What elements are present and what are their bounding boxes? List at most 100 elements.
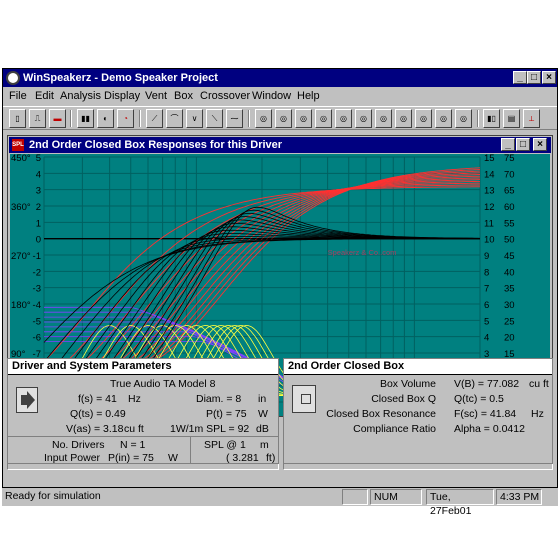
spl-value: 1W/1m SPL = 92 [170, 423, 250, 435]
mag-tick: -6 [33, 333, 41, 344]
spl-at-unit: m [260, 439, 269, 451]
maximize-button[interactable]: □ [527, 71, 541, 84]
no-drivers-label: No. Drivers [52, 439, 105, 451]
excursion-tick: 4 [484, 333, 489, 344]
spl-at-feet: ( 3.281 [226, 452, 259, 464]
car-icon[interactable]: ▬ [49, 109, 66, 128]
status-empty [342, 489, 368, 505]
lowpass-icon[interactable]: ⟍ [206, 109, 223, 128]
close-button[interactable]: × [542, 71, 556, 84]
driver-button-7[interactable]: ◎ [375, 109, 392, 128]
mag-tick: -3 [33, 284, 41, 295]
menu-crossover[interactable]: Crossover [200, 90, 250, 102]
graph-maximize-button[interactable]: □ [516, 138, 530, 151]
mag-tick: -4 [33, 300, 41, 311]
graph-close-button[interactable]: × [533, 138, 547, 151]
status-num: NUM [370, 489, 422, 505]
status-date: Tue, 27Feb01 [426, 489, 494, 517]
mag-tick: -5 [33, 316, 41, 327]
driver-button-2[interactable]: ◎ [275, 109, 292, 128]
excursion-tick: 6 [484, 300, 489, 311]
excursion-tick: 14 [484, 169, 495, 180]
excursion-tick: 7 [484, 284, 489, 295]
driver-button-4[interactable]: ◎ [315, 109, 332, 128]
crossover-icon[interactable]: ⟂ [523, 109, 540, 128]
compliance-ratio-label: Compliance Ratio [353, 423, 436, 435]
printer-icon[interactable]: ▤ [503, 109, 520, 128]
no-drivers-value[interactable]: N = 1 [120, 439, 145, 451]
driver-button-3[interactable]: ◎ [295, 109, 312, 128]
graph-title-bar[interactable]: SPL 2nd Order Closed Box Responses for t… [9, 137, 551, 153]
driver-model: True Audio TA Model 8 [110, 378, 216, 390]
impedance-tick: 60 [504, 202, 515, 213]
driver-button-10[interactable]: ◎ [435, 109, 452, 128]
box-volume-value[interactable]: V(B) = 77.082 [454, 378, 519, 390]
notch-icon[interactable]: ∨ [186, 109, 203, 128]
menu-edit[interactable]: Edit [35, 90, 54, 102]
lowpass2-icon[interactable]: ⁓ [226, 109, 243, 128]
mag-tick: -1 [33, 251, 41, 262]
status-time: 4:33 PM [496, 489, 542, 505]
mic-icon[interactable]: ◔ [117, 109, 134, 128]
graph-window-icon[interactable]: SPL [12, 139, 24, 151]
bandpass-icon[interactable]: ⌒ [166, 109, 183, 128]
impedance-tick: 45 [504, 251, 515, 262]
bargraph-icon[interactable]: ▮▯ [483, 109, 500, 128]
minimize-button[interactable]: _ [513, 71, 527, 84]
filter-icon[interactable]: ⎍ [29, 109, 46, 128]
impedance-tick: 35 [504, 284, 515, 295]
impedance-tick: 25 [504, 316, 515, 327]
driver-button-6[interactable]: ◎ [355, 109, 372, 128]
excursion-tick: 10 [484, 235, 495, 246]
closed-box-resonance-unit: Hz [531, 408, 544, 420]
driver-button-9[interactable]: ◎ [415, 109, 432, 128]
title-bar[interactable]: WinSpeakerz - Demo Speaker Project _ □ × [3, 69, 557, 87]
menu-analysis[interactable]: Analysis [60, 90, 101, 102]
menu-help[interactable]: Help [297, 90, 320, 102]
menu-box[interactable]: Box [174, 90, 193, 102]
menu-file[interactable]: File [9, 90, 27, 102]
menu-window[interactable]: Window [252, 90, 291, 102]
driver-parameters: Driver and System Parameters True Audio … [7, 358, 279, 464]
driver-button-11[interactable]: ◎ [455, 109, 472, 128]
phase-tick: 360° [11, 202, 31, 213]
excursion-tick: 5 [484, 316, 489, 327]
menu-vent[interactable]: Vent [145, 90, 167, 102]
closed-box-resonance-label: Closed Box Resonance [326, 408, 436, 420]
driver-icon[interactable]: ◐ [97, 109, 114, 128]
driver-button-8[interactable]: ◎ [395, 109, 412, 128]
pt-unit: W [258, 408, 268, 420]
phase-tick: 180° [11, 300, 31, 311]
fs-value: f(s) = 41 [78, 393, 117, 405]
driver-panel-title: Driver and System Parameters [8, 359, 278, 375]
app-icon[interactable] [6, 71, 20, 85]
closed-box-q-label: Closed Box Q [371, 393, 436, 405]
speaker-icon [16, 387, 38, 413]
input-power-value[interactable]: P(in) = 75 [108, 452, 154, 464]
excursion-tick: 12 [484, 202, 495, 213]
input-power-unit: W [168, 452, 178, 464]
impedance-tick: 75 [504, 154, 515, 164]
excursion-tick: 15 [484, 154, 495, 164]
compliance-ratio-value[interactable]: Alpha = 0.0412 [454, 423, 525, 435]
driver-button-1[interactable]: ◎ [255, 109, 272, 128]
impedance-tick: 20 [504, 333, 515, 344]
impedance-tick: 40 [504, 267, 515, 278]
toolbar: ▯ ⎍ ▬ ▮▮ ◐ ◔ ⟋ ⌒ ∨ ⟍ ⁓ ◎ ◎ ◎ ◎ ◎ ◎ ◎ ◎ ◎… [3, 106, 557, 130]
driver-button-5[interactable]: ◎ [335, 109, 352, 128]
excursion-tick: 11 [484, 218, 494, 229]
status-text: Ready for simulation [5, 490, 101, 502]
bars-icon[interactable]: ▮▮ [77, 109, 94, 128]
menu-display[interactable]: Display [104, 90, 140, 102]
graph-minimize-button[interactable]: _ [501, 138, 515, 151]
closed-box-resonance-value[interactable]: F(sc) = 41.84 [454, 408, 516, 420]
input-power-label: Input Power [44, 452, 101, 464]
speaker-icon[interactable]: ▯ [9, 109, 26, 128]
box-volume-label: Box Volume [379, 378, 436, 390]
pt-value: P(t) = 75 [206, 408, 247, 420]
excursion-tick: 8 [484, 267, 489, 278]
menu-bar: File Edit Analysis Display Vent Box Cros… [3, 88, 557, 105]
closed-box-q-value[interactable]: Q(tc) = 0.5 [454, 393, 504, 405]
highpass-icon[interactable]: ⟋ [146, 109, 163, 128]
impedance-tick: 65 [504, 186, 515, 197]
